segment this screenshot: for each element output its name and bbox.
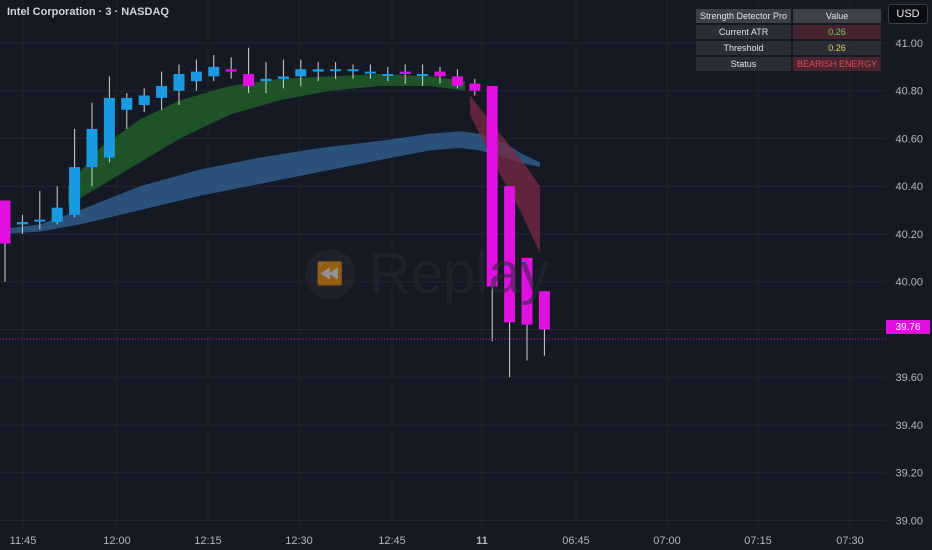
candle-body xyxy=(312,69,324,72)
watermark-text: Replay xyxy=(369,241,550,306)
candle-body xyxy=(16,222,28,225)
price-tick-label: 40.60 xyxy=(895,133,923,145)
candle-body xyxy=(243,74,255,86)
table-header-name: Strength Detector Pro xyxy=(696,9,792,23)
candle-body xyxy=(434,71,446,77)
indicator-bands xyxy=(0,74,540,254)
candle-body xyxy=(69,167,81,215)
price-axis: 41.0040.8040.6040.4040.2040.0039.8039.60… xyxy=(895,38,923,527)
price-tick-label: 39.00 xyxy=(895,515,923,527)
candle xyxy=(225,57,237,79)
indicator-table: Strength Detector Pro Value Current ATR … xyxy=(694,7,883,73)
candle-body xyxy=(225,69,237,72)
symbol-title[interactable]: Intel Corporation · 3 · NASDAQ xyxy=(7,6,169,18)
candle xyxy=(103,76,115,163)
price-tick-label: 39.40 xyxy=(895,420,923,432)
price-tick-label: 40.00 xyxy=(895,277,923,289)
candle-body xyxy=(190,71,202,82)
time-tick-label: 07:00 xyxy=(653,535,681,547)
candle-body xyxy=(208,66,220,77)
candle-body xyxy=(34,219,46,222)
time-tick-label: 12:00 xyxy=(103,535,131,547)
candle xyxy=(156,71,168,110)
time-tick-label: 07:30 xyxy=(836,535,864,547)
price-tick-label: 39.60 xyxy=(895,372,923,384)
price-tick-label: 40.40 xyxy=(895,181,923,193)
table-header-value: Value xyxy=(793,9,882,23)
time-tick-label: 11:45 xyxy=(10,535,37,547)
candle xyxy=(208,54,220,82)
candle-body xyxy=(417,74,429,77)
replay-watermark: ⏪ Replay xyxy=(305,240,550,307)
candle xyxy=(190,59,202,91)
candle-body xyxy=(382,74,394,77)
candle-body xyxy=(173,74,185,91)
candle xyxy=(469,78,481,96)
time-tick-label: 12:30 xyxy=(285,535,313,547)
row-value-threshold: 0.26 xyxy=(793,41,882,55)
candle-body xyxy=(277,76,289,79)
time-tick-label: 06:45 xyxy=(562,535,590,547)
candle-body xyxy=(138,95,150,106)
currency-button[interactable]: USD xyxy=(888,4,928,24)
candle-body xyxy=(156,85,168,98)
candle xyxy=(138,88,150,113)
candle xyxy=(51,186,63,225)
price-tick-label: 40.80 xyxy=(895,86,923,98)
candle-body xyxy=(86,128,98,168)
candle-body xyxy=(295,69,307,77)
last-price-badge: 39.76 xyxy=(886,320,930,334)
candle xyxy=(173,64,185,106)
row-value-current-atr: 0.26 xyxy=(793,25,882,39)
time-tick-label: 11 xyxy=(476,535,488,547)
candle-body xyxy=(330,69,342,72)
candle-body xyxy=(0,200,11,244)
candle-body xyxy=(347,69,359,72)
price-tick-label: 39.20 xyxy=(895,468,923,480)
rewind-icon: ⏪ xyxy=(305,248,355,299)
candle-body xyxy=(399,71,411,75)
candle-body xyxy=(121,97,133,110)
candle-body xyxy=(364,71,376,74)
price-tick-label: 41.00 xyxy=(895,38,923,50)
price-tick-label: 40.20 xyxy=(895,229,923,241)
candle-body xyxy=(469,83,481,91)
candle-body xyxy=(451,76,463,86)
time-tick-label: 12:45 xyxy=(378,535,406,547)
candle-body xyxy=(260,78,272,82)
candle xyxy=(0,200,11,282)
row-label-current-atr: Current ATR xyxy=(696,25,792,39)
time-axis: 11:45 12:00 12:15 12:30 12:45 11 06:45 07:00 07:… xyxy=(10,535,864,547)
candle xyxy=(451,69,463,89)
candle xyxy=(69,128,81,218)
row-label-status: Status xyxy=(696,57,792,71)
candle xyxy=(121,93,133,129)
row-label-threshold: Threshold xyxy=(696,41,792,55)
candle-body xyxy=(51,207,63,223)
row-value-status: BEARISH ENERGY xyxy=(793,57,882,71)
candle-body xyxy=(103,97,115,158)
time-tick-label: 12:15 xyxy=(194,535,222,547)
time-tick-label: 07:15 xyxy=(744,535,772,547)
